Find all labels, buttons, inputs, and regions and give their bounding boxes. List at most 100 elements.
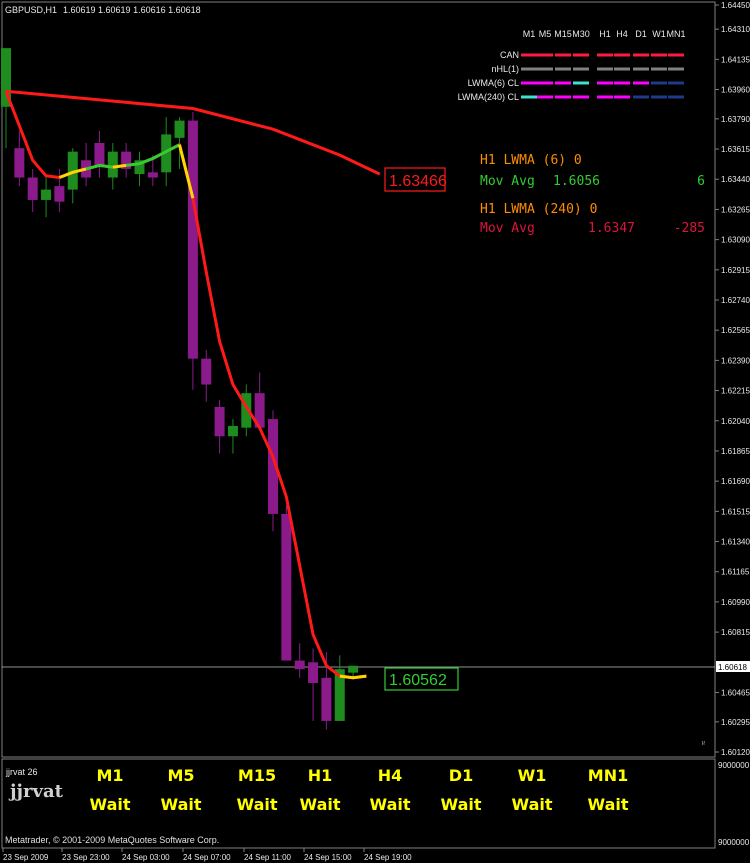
signal-status: Wait (511, 795, 552, 814)
legend-timeframe: D1 (635, 29, 647, 39)
legend-row-label: LWMA(240) CL (458, 92, 519, 102)
current-price-text: 1.60618 (718, 663, 747, 672)
candle-bear (214, 406, 225, 437)
signal-timeframe: M1 (96, 766, 123, 785)
price-tick-label: 1.63090 (721, 236, 750, 245)
lwma6-line (4, 90, 367, 680)
time-tick-label: 24 Sep 19:00 (364, 853, 412, 862)
signal-status: Wait (160, 795, 201, 814)
price-tick-label: 1.63960 (721, 86, 750, 95)
signal-timeframe: W1 (518, 766, 547, 785)
candle-bear (187, 120, 198, 359)
price-tick-label: 1.62215 (721, 387, 750, 396)
legend-row-label: nHL(1) (491, 64, 519, 74)
lwma240-label: 1.63466 (389, 173, 447, 190)
info-line4-label: Mov Avg (480, 221, 535, 236)
time-tick-label: 24 Sep 03:00 (122, 853, 170, 862)
lwma6-label: 1.60562 (389, 672, 447, 689)
copyright-text: Metatrader, © 2001-2009 MetaQuotes Softw… (5, 835, 219, 845)
info-line2-value: 1.6056 (553, 174, 600, 189)
legend-row-label: CAN (500, 50, 519, 60)
candle-bear (94, 143, 105, 166)
price-tick-label: 1.61690 (721, 477, 750, 486)
signal-timeframe: H1 (308, 766, 333, 785)
candle-bear (201, 358, 212, 385)
price-tick-label: 1.63790 (721, 115, 750, 124)
signal-timeframe: MN1 (588, 766, 628, 785)
price-tick-label: 1.63440 (721, 175, 750, 184)
price-tick-label: 1.63265 (721, 205, 750, 214)
legend-timeframe: M1 (523, 29, 536, 39)
candle-bear (321, 677, 332, 721)
price-tick-label: 1.62565 (721, 326, 750, 335)
time-tick-label: 24 Sep 07:00 (183, 853, 231, 862)
price-tick-label: 1.62915 (721, 266, 750, 275)
legend-timeframe: H4 (616, 29, 628, 39)
info-line2-label: Mov Avg (480, 174, 535, 189)
price-tick-label: 1.60990 (721, 598, 750, 607)
price-tick-label: 1.62040 (721, 417, 750, 426)
chart-shift-icon[interactable]: ≈ (699, 740, 708, 745)
time-tick-label: 23 Sep 2009 (3, 853, 49, 862)
timeframe-signals: M1 Wait M5 Wait M15 Wait H1 Wait H4 Wait D1 Wait W1 W… (89, 766, 628, 814)
candle-bear (294, 660, 305, 670)
info-panel: H1 LWMA (6) 0 Mov Avg 1.6056 6 H1 LWMA (… (480, 153, 705, 236)
candle-bear (54, 186, 65, 202)
candle-bull (41, 189, 52, 200)
signal-timeframe: M15 (238, 766, 276, 785)
indicator-scale-top: 9000000 (718, 761, 750, 770)
info-line1: H1 LWMA (6) 0 (480, 153, 582, 168)
signal-timeframe: M5 (167, 766, 194, 785)
symbol-label: GBPUSD,H1 (5, 5, 57, 15)
price-tick-label: 1.62740 (721, 296, 750, 305)
price-tick-label: 1.62390 (721, 356, 750, 365)
signal-status: Wait (587, 795, 628, 814)
price-tick-label: 1.61165 (721, 568, 750, 577)
signal-timeframe: H4 (378, 766, 403, 785)
main-chart-frame (1, 1, 716, 758)
signal-status: Wait (89, 795, 130, 814)
info-line4-value: 1.6347 (588, 221, 635, 236)
time-tick-label: 24 Sep 11:00 (244, 853, 292, 862)
price-axis: 1.64450 1.64310 1.64135 1.63960 1.63790 1.636… (715, 1, 750, 757)
signal-status: Wait (369, 795, 410, 814)
signal-status: Wait (299, 795, 340, 814)
signal-status: Wait (440, 795, 481, 814)
candle-bear (147, 172, 158, 178)
lwma6-slope-segment (112, 163, 127, 169)
candle-bull (107, 151, 118, 178)
legend-timeframe: MN1 (666, 29, 685, 39)
candle-bear (308, 662, 319, 683)
price-tick-label: 1.60120 (721, 748, 750, 757)
lwma6-slope-segment (339, 674, 367, 680)
price-tick-label: 1.60815 (721, 628, 750, 637)
price-tick-label: 1.64135 (721, 55, 750, 64)
indicator-scale-bottom: 9000000 (718, 838, 750, 847)
legend-timeframe: M15 (554, 29, 572, 39)
indicator-name: jjrvat 26 (5, 767, 38, 777)
time-tick-label: 23 Sep 23:00 (62, 853, 110, 862)
info-line2-extra: 6 (697, 174, 705, 189)
time-axis: 23 Sep 2009 23 Sep 23:00 24 Sep 03:00 24 Se… (2, 848, 412, 862)
legend-timeframe: H1 (599, 29, 611, 39)
price-tick-label: 1.63615 (721, 145, 750, 154)
price-tick-label: 1.64450 (721, 1, 750, 10)
signal-status: Wait (236, 795, 277, 814)
timeframe-legend: M1 M5 M15 M30 H1 H4 D1 W1 MN1 CAN nHL(1) LWMA(6) CL… (458, 29, 686, 102)
price-tick-label: 1.60465 (721, 688, 750, 697)
candle-bull (174, 120, 185, 138)
candle-bear (14, 148, 25, 178)
chart-canvas[interactable]: GBPUSD,H1 1.60619 1.60619 1.60616 1.6061… (0, 0, 750, 863)
info-line4-extra: -285 (674, 221, 705, 236)
legend-timeframe: M30 (572, 29, 590, 39)
price-tick-label: 1.60295 (721, 718, 750, 727)
candle-bull (227, 425, 238, 437)
time-tick-label: 24 Sep 15:00 (304, 853, 352, 862)
price-tick-label: 1.61340 (721, 538, 750, 547)
info-line3: H1 LWMA (240) 0 (480, 202, 597, 217)
price-tick-label: 1.61515 (721, 507, 750, 516)
signal-timeframe: D1 (449, 766, 473, 785)
candle-bull (348, 665, 359, 673)
ohlc-label: 1.60619 1.60619 1.60616 1.60618 (63, 5, 201, 15)
legend-row-label: LWMA(6) CL (468, 78, 519, 88)
